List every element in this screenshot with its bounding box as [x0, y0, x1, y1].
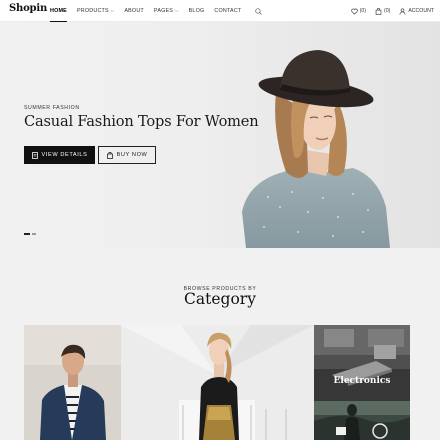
- bag-icon: [375, 7, 382, 15]
- user-icon: [399, 8, 406, 15]
- nav-pages[interactable]: PAGES ⌵: [154, 0, 179, 22]
- nav-about-label: ABOUT: [124, 8, 144, 14]
- main-nav: HOME PRODUCTS ⌵ ABOUT PAGES ⌵ BLOG CONTACT: [50, 0, 263, 22]
- hero-title: Casual Fashion Tops For Women: [24, 113, 259, 130]
- category-tile-accessories[interactable]: [314, 401, 410, 440]
- buy-now-label: BUY NOW: [116, 152, 148, 158]
- nav-about[interactable]: ABOUT: [124, 0, 144, 22]
- hero-eyebrow: SUMMER FASHION: [24, 105, 80, 111]
- bag-icon: [106, 151, 113, 159]
- nav-home-label: HOME: [50, 8, 67, 14]
- hero-model-image: [228, 22, 440, 248]
- nav-products-label: PRODUCTS: [76, 8, 109, 14]
- buy-now-button[interactable]: BUY NOW: [98, 146, 156, 164]
- nav-products[interactable]: PRODUCTS ⌵: [77, 0, 114, 22]
- account-button[interactable]: ACCOUNT: [399, 8, 434, 15]
- view-details-label: VIEW DETAILS: [41, 152, 88, 158]
- account-label: ACCOUNT: [408, 8, 434, 14]
- category-title: Category: [184, 290, 256, 308]
- category-tile-women[interactable]: [121, 325, 314, 440]
- nav-home[interactable]: HOME: [50, 0, 67, 22]
- nav-contact-label: CONTACT: [214, 8, 242, 14]
- nav-pages-label: PAGES: [153, 8, 174, 14]
- slider-dots: [24, 233, 38, 235]
- slider-dot-2[interactable]: [32, 233, 36, 235]
- cart-count: (0): [384, 8, 391, 14]
- chevron-down-icon: ⌵: [174, 8, 179, 14]
- wishlist-button[interactable]: (0): [350, 8, 366, 15]
- view-details-button[interactable]: VIEW DETAILS: [24, 146, 95, 164]
- chevron-down-icon: ⌵: [110, 8, 115, 14]
- nav-contact[interactable]: CONTACT: [214, 0, 241, 22]
- site-header: Shopin HOME PRODUCTS ⌵ ABOUT PAGES ⌵ BLOG …: [0, 0, 440, 22]
- category-tile-men[interactable]: [24, 325, 121, 440]
- slider-dot-1[interactable]: [24, 233, 30, 235]
- nav-blog[interactable]: BLOG: [189, 0, 205, 22]
- header-tools: (0) (0) ACCOUNT: [342, 0, 434, 22]
- site-logo[interactable]: Shopin: [9, 3, 47, 14]
- wishlist-count: (0): [359, 8, 366, 14]
- cart-button[interactable]: (0): [375, 7, 391, 15]
- category-electronics-label: Electronics: [333, 376, 391, 386]
- category-tile-electronics[interactable]: Electronics: [314, 325, 410, 401]
- heart-icon: [350, 8, 358, 15]
- search-icon[interactable]: [253, 6, 263, 16]
- hero-banner: SUMMER FASHION Casual Fashion Tops For W…: [0, 22, 440, 248]
- document-icon: [31, 151, 38, 159]
- nav-blog-label: BLOG: [188, 8, 205, 14]
